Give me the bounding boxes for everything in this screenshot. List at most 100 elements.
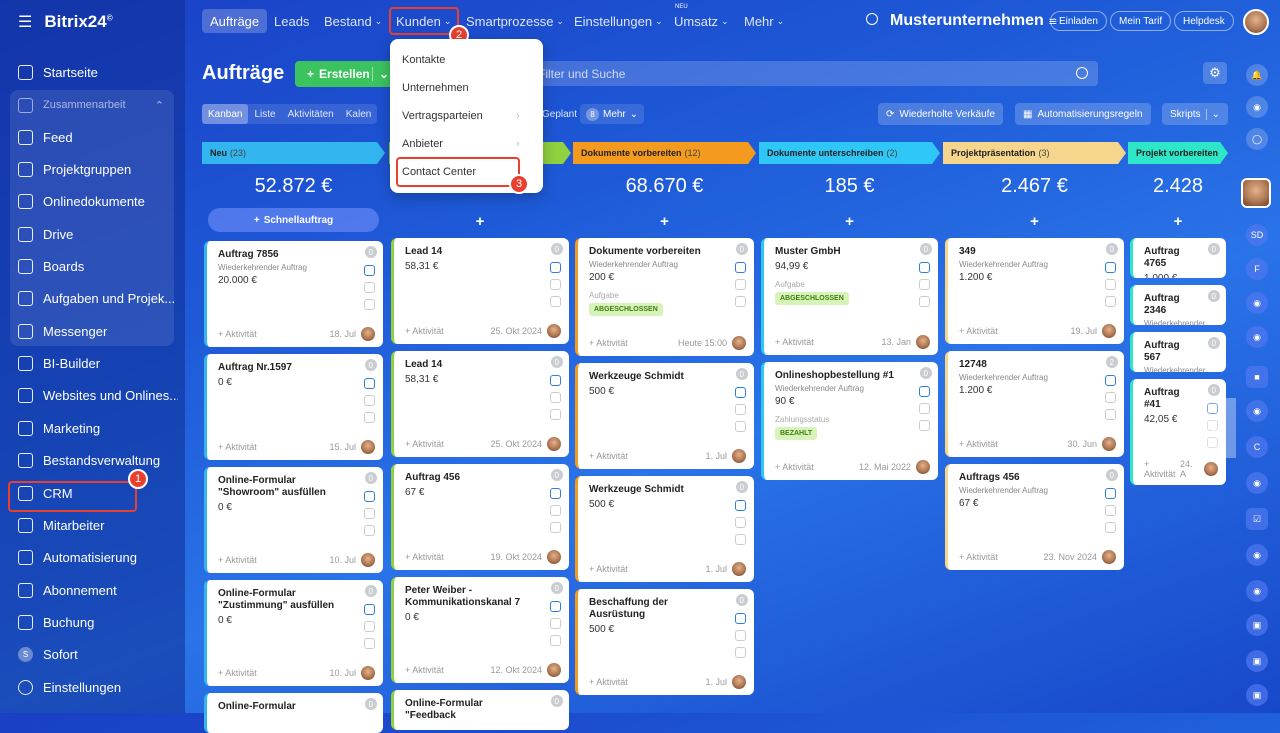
column-header[interactable]: Projektpräsentation (3) [943,142,1126,164]
deal-card[interactable]: Muster GmbH 94,99 € Aufgabe ABGESCHLOSSEN 0 +… [761,238,938,355]
mail-icon[interactable] [735,517,746,528]
helpdesk-button[interactable]: Helpdesk [1174,11,1234,31]
sidebar-item-sofort[interactable]: S Sofort [18,639,178,669]
card-title[interactable]: Lead 14 [405,359,558,371]
column-header[interactable]: Projekt vorbereiten [1128,142,1228,164]
sidebar-item-drive[interactable]: Drive [18,219,178,249]
add-activity-link[interactable]: + Aktivität [405,326,444,336]
add-activity-link[interactable]: + Aktivität [405,439,444,449]
chat-sd[interactable]: SD [1246,224,1268,246]
search-input[interactable]: Filter und Suche [520,61,1098,86]
tariff-button[interactable]: Mein Tarif [1110,11,1172,31]
add-activity-link[interactable]: + Aktivität [218,668,257,678]
menu-item-anbieter[interactable]: Anbieter › [402,138,532,150]
quick-order-button[interactable]: + Schnellauftrag [208,208,379,232]
tab-einstellungen[interactable]: Einstellungen ⌄ [566,9,671,33]
card-title[interactable]: Lead 14 [405,246,558,258]
deal-card[interactable]: Beschaffung der Ausrüstung 500 € 0 + Aktivi… [575,589,754,695]
add-activity-link[interactable]: + Aktivität [405,665,444,675]
phone-icon[interactable] [364,604,375,615]
card-title[interactable]: Onlineshopbestellung #1 [775,370,927,382]
add-activity-link[interactable]: + Aktivität [959,326,998,336]
chat-icon[interactable] [550,409,561,420]
deal-card[interactable]: 349 Wiederkehrender Auftrag 1.200 € 0 + Akti… [945,238,1124,344]
user-avatar[interactable] [1243,9,1269,35]
tab-geplant[interactable]: Geplant [536,104,583,124]
deal-card[interactable]: Peter Weiber - Kommunikationskanal 7 0 € 0… [391,577,569,683]
sidebar-item-automatisierung[interactable]: Automatisierung [18,542,178,572]
responsible-avatar[interactable] [361,553,375,567]
deal-card[interactable]: Auftrag 567Wiederkehrender Auft276 €0 [1130,332,1226,372]
responsible-avatar[interactable] [361,440,375,454]
responsible-avatar[interactable] [916,335,930,349]
responsible-avatar[interactable] [732,562,746,576]
chat-icon[interactable] [735,534,746,545]
card-title[interactable]: Dokumente vorbereiten [589,246,743,258]
responsible-avatar[interactable] [1102,550,1116,564]
phone-icon[interactable] [1105,375,1116,386]
app-logo[interactable]: ☰ Bitrix24© [18,12,113,32]
responsible-avatar[interactable] [547,550,561,564]
column-header[interactable]: Dokumente vorbereiten (12) [573,142,756,164]
card-title[interactable]: Auftrag 456 [405,472,558,484]
sidebar-item-startseite[interactable]: Startseite [18,57,178,87]
automation-rules-button[interactable]: ▦ Automatisierungsregeln [1015,103,1151,125]
phone-icon[interactable] [550,488,561,499]
add-activity-link[interactable]: + Aktivität [959,439,998,449]
tab-mehr[interactable]: Mehr ⌄ [736,9,792,33]
chat-icon[interactable] [550,296,561,307]
chat-icon[interactable] [364,412,375,423]
mail-icon[interactable] [735,279,746,290]
phone-icon[interactable] [550,262,561,273]
responsible-avatar[interactable] [732,675,746,689]
phone-icon[interactable] [364,265,375,276]
sidebar-item-bi-builder[interactable]: BI-Builder [18,348,178,378]
phone-icon[interactable] [1105,262,1116,273]
tab-auftraege[interactable]: Aufträge [202,9,268,33]
card-title[interactable]: Auftrag Nr.1597 [218,362,372,374]
settings-gear-button[interactable]: ⚙ [1203,62,1227,84]
company-name[interactable]: Musterunternehmen ≌ [890,12,1057,30]
chat-icon[interactable] [735,647,746,658]
deal-card[interactable]: Onlineshopbestellung #1 Wiederkehrender A… [761,362,938,480]
openlines-icon[interactable]: ◉ [1246,400,1268,422]
sidebar-item-marketing[interactable]: Marketing [18,413,178,443]
chat-avatar[interactable] [1241,178,1271,208]
phone-icon[interactable] [919,386,930,397]
deal-card[interactable]: Online-Formular "Zustimmung" ausfüllen 0 … [204,580,383,686]
responsible-avatar[interactable] [916,460,930,474]
menu-item-unternehmen[interactable]: Unternehmen [402,82,469,94]
mail-icon[interactable] [1105,505,1116,516]
card-title[interactable]: Werkzeuge Schmidt [589,371,743,383]
phone-icon[interactable] [364,491,375,502]
menu-item-kontakte[interactable]: Kontakte [402,54,445,66]
deal-card[interactable]: Lead 14 58,31 € 0 + Aktivität 25. Okt 2024 [391,238,569,344]
sidebar-item-onlinedokumente[interactable]: Onlinedokumente [18,186,178,216]
tab-smartprozesse[interactable]: Smartprozesse ⌄ [458,9,572,33]
card-title[interactable]: Auftrag 567 [1144,340,1215,364]
add-activity-link[interactable]: + Aktivität [405,552,444,562]
sidebar-item-websites[interactable]: Websites und Onlines... [18,380,178,410]
chat-icon[interactable] [1105,409,1116,420]
sidebar-item-zusammenarbeit[interactable]: Zusammenarbeit ⌃ [18,90,178,120]
bell-icon[interactable]: 🔔 [1246,64,1268,86]
scripts-button[interactable]: Skripts ⌄ [1162,103,1228,125]
openlines-icon[interactable]: ◉ [1246,472,1268,494]
mail-icon[interactable] [364,282,375,293]
card-title[interactable]: 12748 [959,359,1113,371]
mail-icon[interactable] [735,630,746,641]
responsible-avatar[interactable] [547,663,561,677]
chat-icon[interactable] [364,299,375,310]
menu-icon[interactable]: ☰ [18,12,32,32]
chat-icon[interactable] [364,638,375,649]
recurring-sales-button[interactable]: ⟳ Wiederholte Verkäufe [878,103,1004,125]
responsible-avatar[interactable] [732,336,746,350]
add-activity-link[interactable]: + Aktivität [589,564,628,574]
add-activity-link[interactable]: + Aktivität [218,442,257,452]
menu-item-vertragsparteien[interactable]: Vertragsparteien › [402,110,532,122]
tab-kalender[interactable]: Kalen [340,104,378,124]
sidebar-item-bestandsverwaltung[interactable]: Bestandsverwaltung [18,445,178,475]
card-title[interactable]: Online-Formular [218,701,372,713]
sidebar-item-aufgaben[interactable]: Aufgaben und Projek... [18,283,178,313]
mail-icon[interactable] [919,279,930,290]
